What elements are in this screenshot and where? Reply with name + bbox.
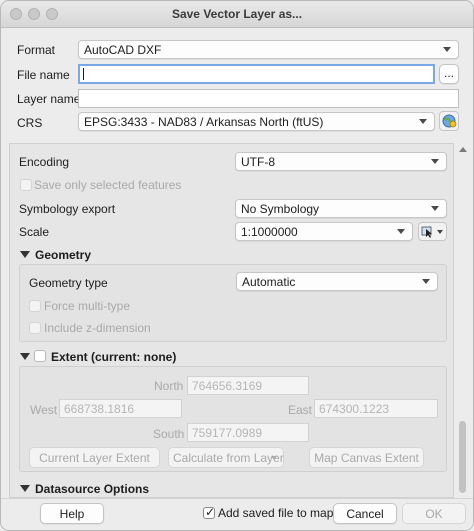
symbology-select[interactable]: No Symbology [235, 199, 447, 218]
add-saved-file-checkbox[interactable] [203, 505, 215, 519]
crs-select[interactable]: EPSG:3433 - NAD83 / Arkansas North (ftUS… [78, 112, 435, 131]
format-select[interactable]: AutoCAD DXF [78, 40, 459, 59]
dialog-footer: Help Add saved file to map Cancel OK [1, 498, 473, 530]
scroll-up-arrow-icon[interactable] [459, 147, 467, 152]
filename-input[interactable] [78, 64, 435, 84]
vertical-scrollbar[interactable] [456, 143, 469, 498]
text-cursor [83, 68, 84, 80]
east-label: East [288, 403, 313, 417]
format-label: Format [17, 43, 56, 57]
geometry-type-select[interactable]: Automatic [236, 272, 438, 291]
save-vector-layer-dialog: Save Vector Layer as... Format AutoCAD D… [0, 0, 474, 531]
filename-label: File name [17, 68, 70, 82]
west-input[interactable]: 668738.1816 [59, 399, 182, 418]
symbology-label: Symbology export [19, 202, 116, 216]
datasource-section-title[interactable]: Datasource Options [35, 482, 149, 496]
browse-button[interactable]: ... [439, 64, 459, 84]
south-label: South [153, 427, 185, 441]
format-value: AutoCAD DXF [84, 43, 162, 57]
calculate-from-layer-label: Calculate from Layer [173, 451, 284, 465]
north-label: North [154, 379, 184, 393]
west-label: West [30, 403, 58, 417]
collapse-triangle-icon[interactable] [20, 485, 30, 492]
extent-groupbox: North 764656.3169 West 668738.1816 East … [19, 366, 447, 472]
map-canvas-extent-button[interactable]: Map Canvas Extent [309, 447, 424, 468]
map-pointer-icon [421, 226, 443, 238]
chevron-down-icon [431, 159, 439, 164]
chevron-down-icon [422, 279, 430, 284]
east-input[interactable]: 674300.1223 [314, 399, 438, 418]
scale-value: 1:1000000 [241, 225, 298, 239]
current-layer-extent-button[interactable]: Current Layer Extent [29, 447, 160, 468]
symbology-value: No Symbology [241, 202, 320, 216]
extent-checkbox[interactable] [34, 350, 46, 362]
south-value: 759177.0989 [192, 426, 263, 440]
encoding-label: Encoding [19, 155, 70, 169]
titlebar: Save Vector Layer as... [1, 1, 473, 28]
crs-selector-button[interactable] [439, 111, 459, 131]
north-input[interactable]: 764656.3169 [187, 376, 309, 395]
encoding-value: UTF-8 [241, 155, 275, 169]
geometry-groupbox: Geometry type Automatic Force multi-type… [19, 264, 447, 342]
collapse-triangle-icon[interactable] [20, 353, 30, 360]
collapse-triangle-icon[interactable] [20, 251, 30, 258]
save-selected-checkbox[interactable] [20, 179, 32, 191]
save-selected-label: Save only selected features [34, 178, 182, 192]
crs-value: EPSG:3433 - NAD83 / Arkansas North (ftUS… [84, 115, 324, 129]
chevron-down-icon [271, 456, 277, 460]
layername-input[interactable] [78, 89, 459, 108]
force-multi-checkbox[interactable] [29, 300, 41, 312]
east-value: 674300.1223 [319, 402, 390, 416]
chevron-down-icon [397, 229, 405, 234]
scale-from-map-button[interactable] [418, 222, 447, 241]
south-input[interactable]: 759177.0989 [187, 423, 309, 442]
calculate-from-layer-button[interactable]: Calculate from Layer [168, 447, 284, 468]
chevron-down-icon [431, 206, 439, 211]
geometry-type-value: Automatic [242, 275, 296, 289]
globe-icon [442, 114, 457, 128]
force-multi-label: Force multi-type [44, 299, 131, 313]
scale-select[interactable]: 1:1000000 [235, 222, 413, 241]
encoding-select[interactable]: UTF-8 [235, 152, 447, 171]
add-saved-file-label: Add saved file to map [218, 506, 334, 520]
include-z-label: Include z-dimension [44, 321, 151, 335]
chevron-down-icon [419, 119, 427, 124]
options-scroll-area[interactable]: Encoding UTF-8 Save only selected featur… [9, 143, 454, 498]
window-title: Save Vector Layer as... [171, 7, 303, 21]
geometry-section-title[interactable]: Geometry [35, 248, 91, 262]
crs-label: CRS [17, 116, 43, 130]
scrollbar-thumb[interactable] [459, 421, 466, 493]
north-value: 764656.3169 [192, 379, 263, 393]
west-value: 668738.1816 [64, 402, 135, 416]
geometry-type-label: Geometry type [29, 276, 108, 290]
extent-section-title[interactable]: Extent (current: none) [51, 350, 176, 364]
cancel-button[interactable]: Cancel [333, 503, 397, 524]
help-button[interactable]: Help [40, 503, 104, 524]
scale-label: Scale [19, 225, 50, 239]
chevron-down-icon [443, 47, 451, 52]
layername-label: Layer name [17, 92, 81, 106]
ok-button[interactable]: OK [402, 503, 466, 524]
include-z-checkbox[interactable] [29, 322, 41, 334]
